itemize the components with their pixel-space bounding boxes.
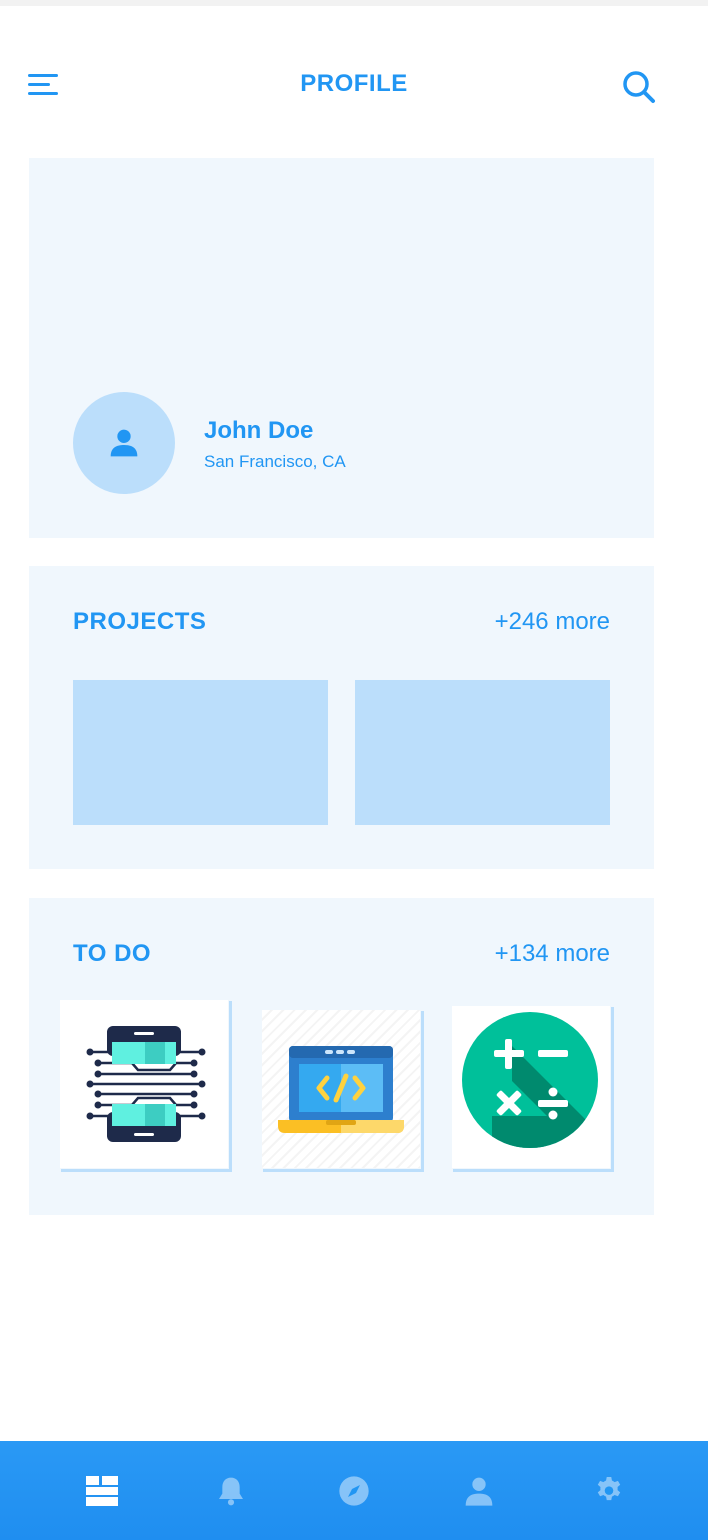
user-icon (465, 1477, 492, 1506)
math-operations-icon (462, 1012, 598, 1148)
profile-card: John Doe San Francisco, CA (29, 158, 654, 538)
nav-profile[interactable] (408, 1441, 549, 1540)
gear-icon (597, 1476, 620, 1500)
nav-settings[interactable] (538, 1441, 679, 1540)
nav-notifications[interactable] (160, 1441, 301, 1540)
todo-item[interactable] (262, 1010, 424, 1172)
user-icon (110, 429, 138, 457)
user-name: John Doe (204, 417, 314, 444)
projects-title: PROJECTS (73, 608, 207, 635)
bell-icon (218, 1477, 243, 1505)
laptop-code-icon (278, 1046, 404, 1133)
project-thumbnail[interactable] (355, 680, 610, 825)
todo-more-link[interactable]: +134 more (495, 940, 610, 968)
todo-item[interactable] (452, 1006, 614, 1172)
bottom-navigation (0, 1441, 708, 1540)
project-thumbnail[interactable] (73, 680, 328, 825)
nav-dashboard[interactable] (31, 1441, 172, 1540)
search-button[interactable] (622, 70, 656, 104)
projects-more-link[interactable]: +246 more (495, 608, 610, 636)
avatar[interactable] (73, 392, 175, 494)
user-location: San Francisco, CA (204, 452, 346, 471)
page-title: PROFILE (300, 70, 408, 97)
mobile-circuit-icon (86, 1026, 206, 1142)
todo-card: TO DO +134 more (29, 898, 654, 1215)
app-header: PROFILE (0, 60, 708, 110)
todo-title: TO DO (73, 940, 152, 967)
search-icon (623, 71, 655, 103)
projects-card: PROJECTS +246 more (29, 566, 654, 869)
dashboard-icon (85, 1475, 118, 1506)
todo-item[interactable] (60, 1000, 232, 1172)
nav-explore[interactable] (283, 1441, 424, 1540)
status-strip (0, 0, 708, 6)
compass-icon (338, 1475, 369, 1506)
